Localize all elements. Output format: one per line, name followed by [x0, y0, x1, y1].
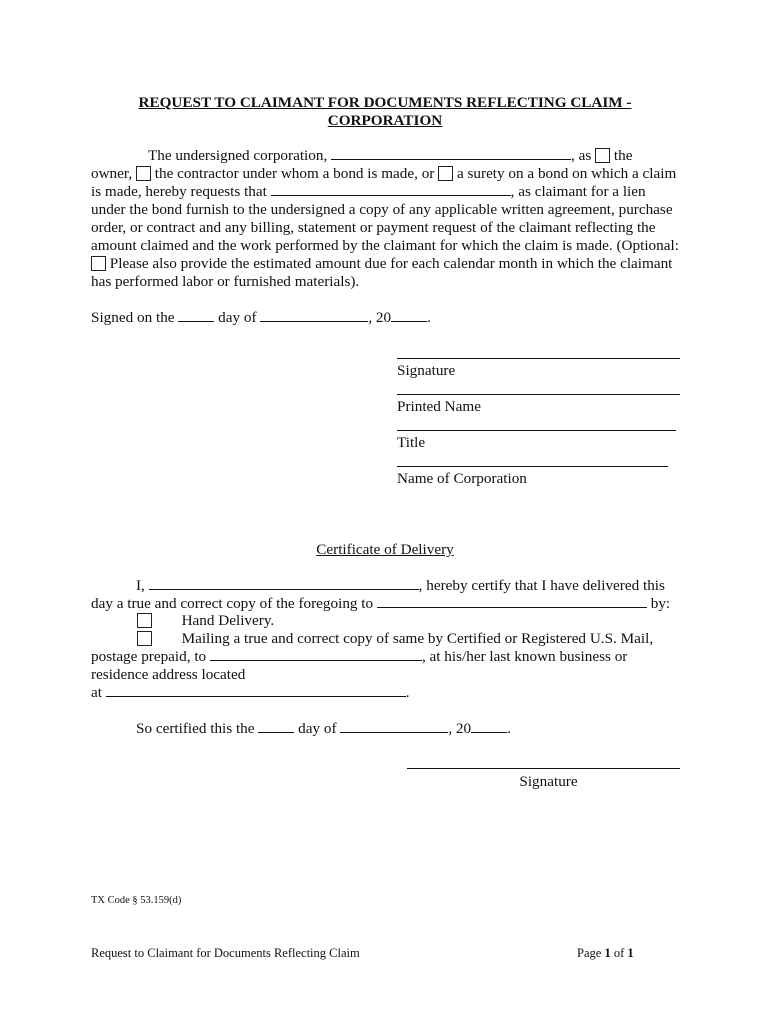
signature-label: Signature — [397, 362, 456, 379]
signed-text: , 20 — [368, 309, 392, 326]
certificate-text: by: — [650, 595, 671, 612]
para1-text: The undersigned corporation, — [148, 147, 328, 164]
so-certified-text: So certified this the — [136, 720, 255, 737]
title-line[interactable] — [397, 430, 676, 431]
page-indicator: Page 1 of 1 — [577, 946, 634, 961]
certificate-line-7: at . — [91, 684, 410, 702]
para1-line-1: The undersigned corporation, , as the — [148, 147, 632, 165]
code-reference: TX Code § 53.159(d) — [91, 895, 182, 906]
certifier-name-field[interactable] — [148, 577, 419, 590]
para1-text: the — [613, 147, 633, 164]
document-title-line-2: CORPORATION — [327, 112, 443, 129]
claimant-name-field[interactable] — [270, 183, 511, 196]
signature-line[interactable] — [397, 358, 680, 359]
footer-document-title: Request to Claimant for Documents Reflec… — [91, 946, 360, 960]
certificate-signature-line[interactable] — [407, 768, 680, 769]
signed-text: . — [427, 309, 431, 326]
printed-name-line[interactable] — [397, 394, 680, 395]
hand-delivery-checkbox[interactable] — [137, 613, 152, 628]
certificate-text: day a true and correct copy of the foreg… — [91, 595, 374, 612]
signed-text: Signed on the — [91, 309, 175, 326]
signed-day-field[interactable] — [178, 309, 215, 322]
recipient-name-field[interactable] — [376, 595, 647, 608]
certificate-signature-label: Signature — [519, 773, 578, 790]
title-label: Title — [397, 434, 426, 451]
so-certified-text: day of — [298, 720, 337, 737]
certified-year-field[interactable] — [471, 720, 508, 733]
hand-delivery-label: Hand Delivery. — [181, 612, 275, 629]
certificate-text: , at his/her last known business or — [421, 648, 628, 665]
signed-on-line: Signed on the day of , 20. — [91, 309, 431, 327]
para1-line-4: under the bond furnish to the undersigne… — [91, 201, 673, 218]
para1-text: , as claimant for a lien — [510, 183, 646, 200]
certificate-text: . — [405, 684, 410, 701]
para1-text: , as — [571, 147, 592, 164]
so-certified-line: So certified this the day of , 20. — [136, 720, 511, 738]
corporation-line[interactable] — [397, 466, 668, 467]
para1-line-6: amount claimed and the work performed by… — [91, 237, 679, 254]
para1-text: the contractor under whom a bond is made… — [154, 165, 435, 182]
corporation-label: Name of Corporation — [397, 470, 527, 487]
page-total: 1 — [627, 946, 634, 960]
certificate-line-1: I, , hereby certify that I have delivere… — [136, 577, 665, 595]
certified-day-field[interactable] — [258, 720, 295, 733]
owner-checkbox[interactable] — [595, 148, 611, 163]
contractor-checkbox[interactable] — [135, 166, 151, 181]
hand-delivery-option: Hand Delivery. — [137, 612, 274, 630]
para1-text: owner, — [91, 165, 133, 182]
so-certified-text: . — [507, 720, 511, 737]
para1-line-2: owner, the contractor under whom a bond … — [91, 165, 676, 183]
optional-estimate-checkbox[interactable] — [91, 256, 106, 271]
certificate-line-2: day a true and correct copy of the foreg… — [91, 595, 670, 613]
mail-delivery-option: Mailing a true and correct copy of same … — [137, 630, 653, 648]
para1-text: is made, hereby requests that — [91, 183, 267, 200]
para1-line-3: is made, hereby requests that , as claim… — [91, 183, 646, 201]
certificate-text: postage prepaid, to — [91, 648, 207, 665]
para1-line-8: has performed labor or furnished materia… — [91, 273, 360, 290]
para1-text: a surety on a bond on which a claim — [456, 165, 677, 182]
para1-line-7: Please also provide the estimated amount… — [91, 255, 672, 273]
certificate-text: I, — [136, 577, 145, 594]
page-prefix: Page — [577, 946, 605, 960]
certificate-line-6: residence address located — [91, 666, 246, 683]
signed-month-field[interactable] — [260, 309, 369, 322]
certificate-text: at — [91, 684, 102, 701]
certificate-heading: Certificate of Delivery — [316, 541, 454, 558]
para1-line-5: order, or contract and any billing, stat… — [91, 219, 656, 236]
certified-month-field[interactable] — [340, 720, 449, 733]
mail-delivery-label: Mailing a true and correct copy of same … — [181, 630, 654, 647]
page-of: of — [610, 946, 628, 960]
para1-text: Please also provide the estimated amount… — [109, 255, 673, 272]
certificate-line-5: postage prepaid, to , at his/her last kn… — [91, 648, 627, 666]
printed-name-label: Printed Name — [397, 398, 481, 415]
document-title-line-1: REQUEST TO CLAIMANT FOR DOCUMENTS REFLEC… — [138, 94, 632, 111]
mail-delivery-checkbox[interactable] — [137, 631, 152, 646]
so-certified-text: , 20 — [448, 720, 472, 737]
address-field[interactable] — [105, 684, 406, 697]
surety-checkbox[interactable] — [438, 166, 454, 181]
mail-recipient-field[interactable] — [209, 648, 422, 661]
certificate-text: , hereby certify that I have delivered t… — [418, 577, 665, 594]
signed-year-field[interactable] — [391, 309, 428, 322]
signed-text: day of — [218, 309, 257, 326]
corporation-name-field[interactable] — [331, 147, 572, 160]
